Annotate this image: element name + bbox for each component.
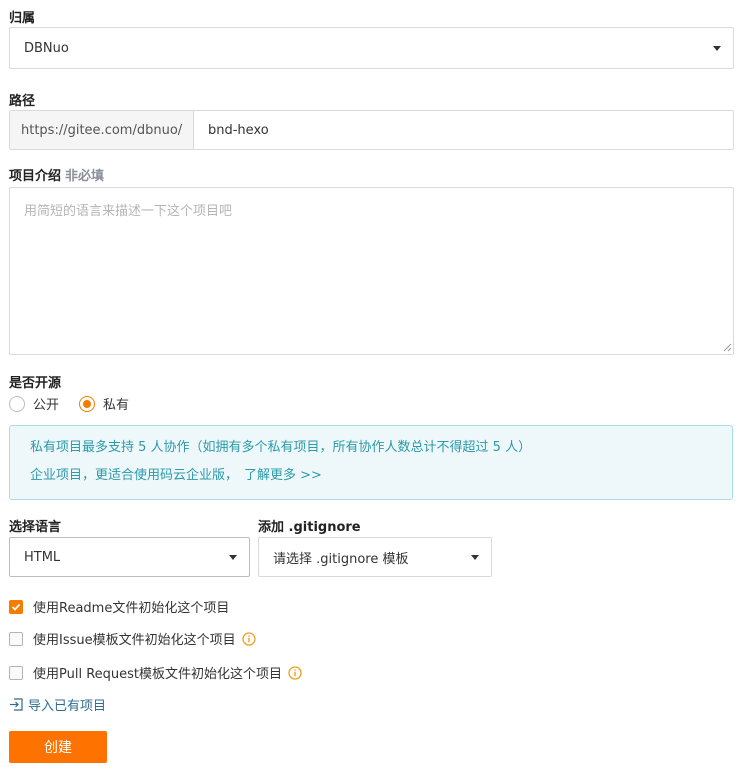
learn-more-link[interactable]: 了解更多 >> [244,468,322,483]
notice-line-1: 私有项目最多支持 5 人协作（如拥有多个私有项目，所有协作人数总计不得超过 5 … [30,440,532,455]
private-notice-box: 私有项目最多支持 5 人协作（如拥有多个私有项目，所有协作人数总计不得超过 5 … [9,425,733,500]
radio-public-label[interactable]: 公开 [33,394,59,413]
visibility-label: 是否开源 [9,376,62,391]
init-pr-template-label[interactable]: 使用Pull Request模板文件初始化这个项目 [33,663,282,682]
description-label: 项目介绍 非必填 [9,165,104,184]
language-select-value: HTML [24,549,61,565]
language-select[interactable]: HTML [9,537,250,577]
path-input[interactable] [194,111,733,149]
radio-private[interactable] [79,395,96,412]
radio-public[interactable] [9,395,25,412]
import-project-link[interactable]: 导入已有项目 [9,695,106,714]
import-project-label: 导入已有项目 [28,699,107,714]
init-pr-template-option[interactable]: 使用Pull Request模板文件初始化这个项目 [9,663,302,682]
language-label: 选择语言 [9,520,62,535]
gitignore-label: 添加 .gitignore [258,520,361,535]
radio-private-label[interactable]: 私有 [103,394,129,413]
owner-label: 归属 [9,11,36,26]
gitignore-select-value: 请选择 .gitignore 模板 [273,551,409,567]
chevron-down-icon [229,555,237,560]
path-prefix: https://gitee.com/dbnuo/ [10,111,194,149]
owner-select[interactable]: DBNuo [9,27,734,69]
notice-line-2: 企业项目，更适合使用码云企业版， 了解更多 >> [30,462,712,490]
optional-tag: 非必填 [65,169,105,184]
init-issue-template-label[interactable]: 使用Issue模板文件初始化这个项目 [33,629,236,648]
init-pr-template-checkbox[interactable] [9,665,23,680]
chevron-down-icon [471,555,479,560]
description-label-text: 项目介绍 [9,169,62,184]
init-issue-template-option[interactable]: 使用Issue模板文件初始化这个项目 [9,629,256,648]
notice-line-2-text: 企业项目，更适合使用码云企业版， [30,468,239,483]
path-input-group: https://gitee.com/dbnuo/ [9,110,734,150]
description-textarea[interactable] [9,187,734,355]
init-issue-template-checkbox[interactable] [9,631,23,646]
gitignore-select[interactable]: 请选择 .gitignore 模板 [258,537,492,577]
init-readme-label[interactable]: 使用Readme文件初始化这个项目 [33,597,229,616]
chevron-down-icon [713,46,721,51]
create-button[interactable]: 创建 [9,731,107,763]
import-icon [10,698,23,711]
info-icon[interactable] [288,665,302,680]
info-icon[interactable] [241,631,256,646]
init-readme-checkbox[interactable] [9,599,23,614]
init-readme-option[interactable]: 使用Readme文件初始化这个项目 [9,597,229,616]
visibility-radio-group: 公开 私有 [9,394,129,413]
path-label: 路径 [9,94,36,109]
owner-select-value: DBNuo [24,40,69,56]
checkmark-icon [11,603,21,611]
